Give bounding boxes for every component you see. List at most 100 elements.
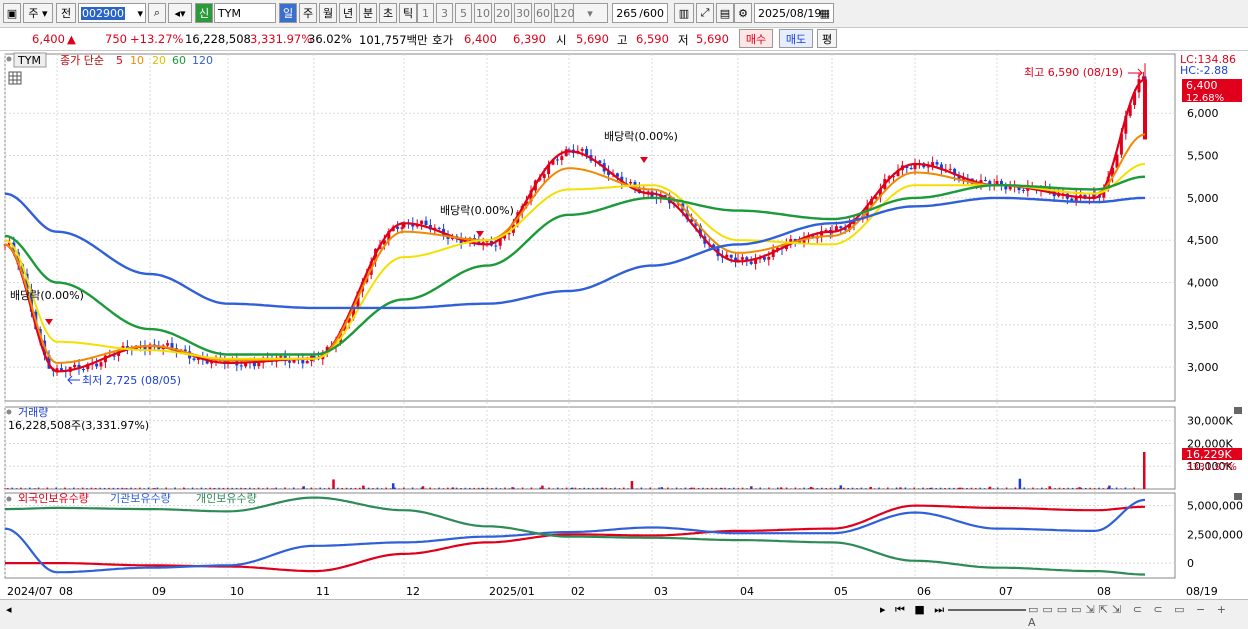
volume-bar	[944, 488, 946, 489]
volume-bar	[966, 488, 968, 489]
volume-bar	[218, 488, 220, 489]
volume-bar	[245, 488, 247, 489]
volume-bar	[553, 488, 555, 489]
chart-area[interactable]: TYM 종가 단순 5 10 20 60 120 최고 6,590 (08/19…	[0, 51, 1248, 599]
volume-bar	[82, 488, 84, 489]
chart-svg[interactable]: TYM 종가 단순 5 10 20 60 120 최고 6,590 (08/19…	[0, 51, 1248, 599]
buy-button[interactable]: 매수	[739, 29, 773, 48]
speaker-icon[interactable]: ◂▾	[168, 3, 192, 23]
interval-tab[interactable]: 10	[474, 3, 492, 23]
volume-bar	[522, 488, 524, 489]
credit-badge: 신	[195, 3, 213, 23]
search-icon[interactable]: ⌕	[148, 3, 166, 23]
candle-body	[306, 361, 309, 363]
period-tab[interactable]: 일	[279, 3, 297, 23]
date-field[interactable]: 2025/08/19▦	[754, 3, 834, 23]
volume-bar	[38, 488, 40, 489]
volume-bar	[861, 488, 863, 489]
period-tab[interactable]: 초	[379, 3, 397, 23]
volume-bar	[267, 488, 269, 489]
dividend-marker-3	[640, 157, 648, 163]
navigation-controls[interactable]: ▸ ⏮ ■ ⏭	[880, 603, 947, 617]
volume-bar	[887, 488, 889, 489]
volume-bar	[830, 488, 832, 489]
volume-bar	[751, 488, 753, 489]
low-label: 저	[678, 32, 689, 48]
volume-bar	[715, 488, 717, 489]
dividend-marker-2	[476, 231, 484, 237]
volume-bar	[720, 488, 722, 489]
avg-button[interactable]: 평	[817, 29, 837, 48]
stock-name: TYM	[218, 7, 241, 20]
grid-lines	[5, 54, 1175, 578]
volume-bar	[1006, 488, 1008, 489]
save-icon[interactable]: ▤	[716, 3, 734, 23]
candle-body	[240, 365, 243, 366]
volume-bar	[702, 488, 704, 489]
volume-bar	[1107, 488, 1109, 489]
volume-bar	[482, 488, 484, 489]
gear-icon[interactable]: ⚙	[734, 3, 752, 23]
interval-tab[interactable]: 60	[534, 3, 552, 23]
type-dropdown[interactable]: 주 ▾	[23, 3, 53, 23]
period-tab[interactable]: 주	[299, 3, 317, 23]
candle-icon[interactable]: ▥	[674, 3, 694, 23]
interval-dropdown[interactable]: ▾	[572, 3, 608, 23]
volume-bar	[121, 488, 123, 489]
period-tab[interactable]: 틱	[399, 3, 417, 23]
period-button[interactable]: 전	[56, 3, 76, 23]
volume-bar	[959, 488, 962, 489]
volume-bar	[227, 488, 229, 489]
hc-label: HC:-2.88	[1180, 64, 1228, 77]
volume-bar	[73, 488, 75, 489]
dividend-annotation-2: 배당락(0.00%)	[440, 204, 514, 217]
volume-bar	[1133, 488, 1135, 489]
candle-body	[910, 168, 913, 169]
stock-name-field[interactable]: TYM	[214, 3, 276, 23]
count-field[interactable]: 265/600	[612, 3, 668, 23]
sell-button[interactable]: 매도	[779, 29, 813, 48]
volume-bar	[465, 488, 467, 489]
volume-bar	[1081, 488, 1083, 489]
volume-bar	[632, 488, 634, 489]
period-tab[interactable]: 분	[359, 3, 377, 23]
interval-tab[interactable]: 5	[455, 3, 472, 23]
volume-bar	[11, 488, 13, 489]
interval-tab[interactable]: 1	[417, 3, 434, 23]
interval-tab[interactable]: 3	[436, 3, 453, 23]
period-tab[interactable]: 년	[339, 3, 357, 23]
volume-bar	[25, 488, 27, 489]
interval-tab[interactable]: 30	[514, 3, 532, 23]
volume-bar	[971, 488, 973, 489]
volume-bar	[16, 488, 18, 489]
interval-tab[interactable]: 120	[554, 3, 574, 23]
candle-body	[629, 182, 632, 183]
candle-body	[741, 257, 744, 259]
view-icons[interactable]: ▭▭▭▭⇲⇱⇲ ⊂ ⊂ ▭ − + A	[1028, 603, 1248, 629]
period-tab[interactable]: 월	[319, 3, 337, 23]
draw-icon[interactable]: ⤢	[696, 3, 714, 23]
x-axis-label: 08	[1097, 585, 1111, 598]
interval-tab[interactable]: 20	[494, 3, 512, 23]
x-axis-label: 03	[654, 585, 668, 598]
volume-bar	[1001, 488, 1003, 489]
volume-bar	[1120, 488, 1122, 489]
stock-code-input[interactable]: 002900▾	[78, 3, 146, 23]
volume-bar	[143, 488, 145, 489]
panel-icon[interactable]: ▣	[3, 3, 21, 23]
volume-bar	[979, 488, 981, 489]
volume-bar	[460, 488, 462, 489]
volume-bar	[641, 488, 643, 489]
x-axis-label: 12	[406, 585, 420, 598]
candle-body	[984, 180, 987, 181]
high-label: 고	[617, 32, 628, 48]
candle-body	[257, 363, 260, 366]
candle-body	[166, 343, 169, 345]
candle-body	[767, 257, 770, 260]
volume-bar	[962, 488, 964, 489]
volume-bar	[148, 488, 150, 489]
zoom-slider[interactable]	[948, 609, 1026, 611]
scroll-left-icon[interactable]: ◂	[6, 603, 12, 616]
count-value: 265	[616, 7, 637, 20]
volume-bar	[541, 486, 544, 489]
